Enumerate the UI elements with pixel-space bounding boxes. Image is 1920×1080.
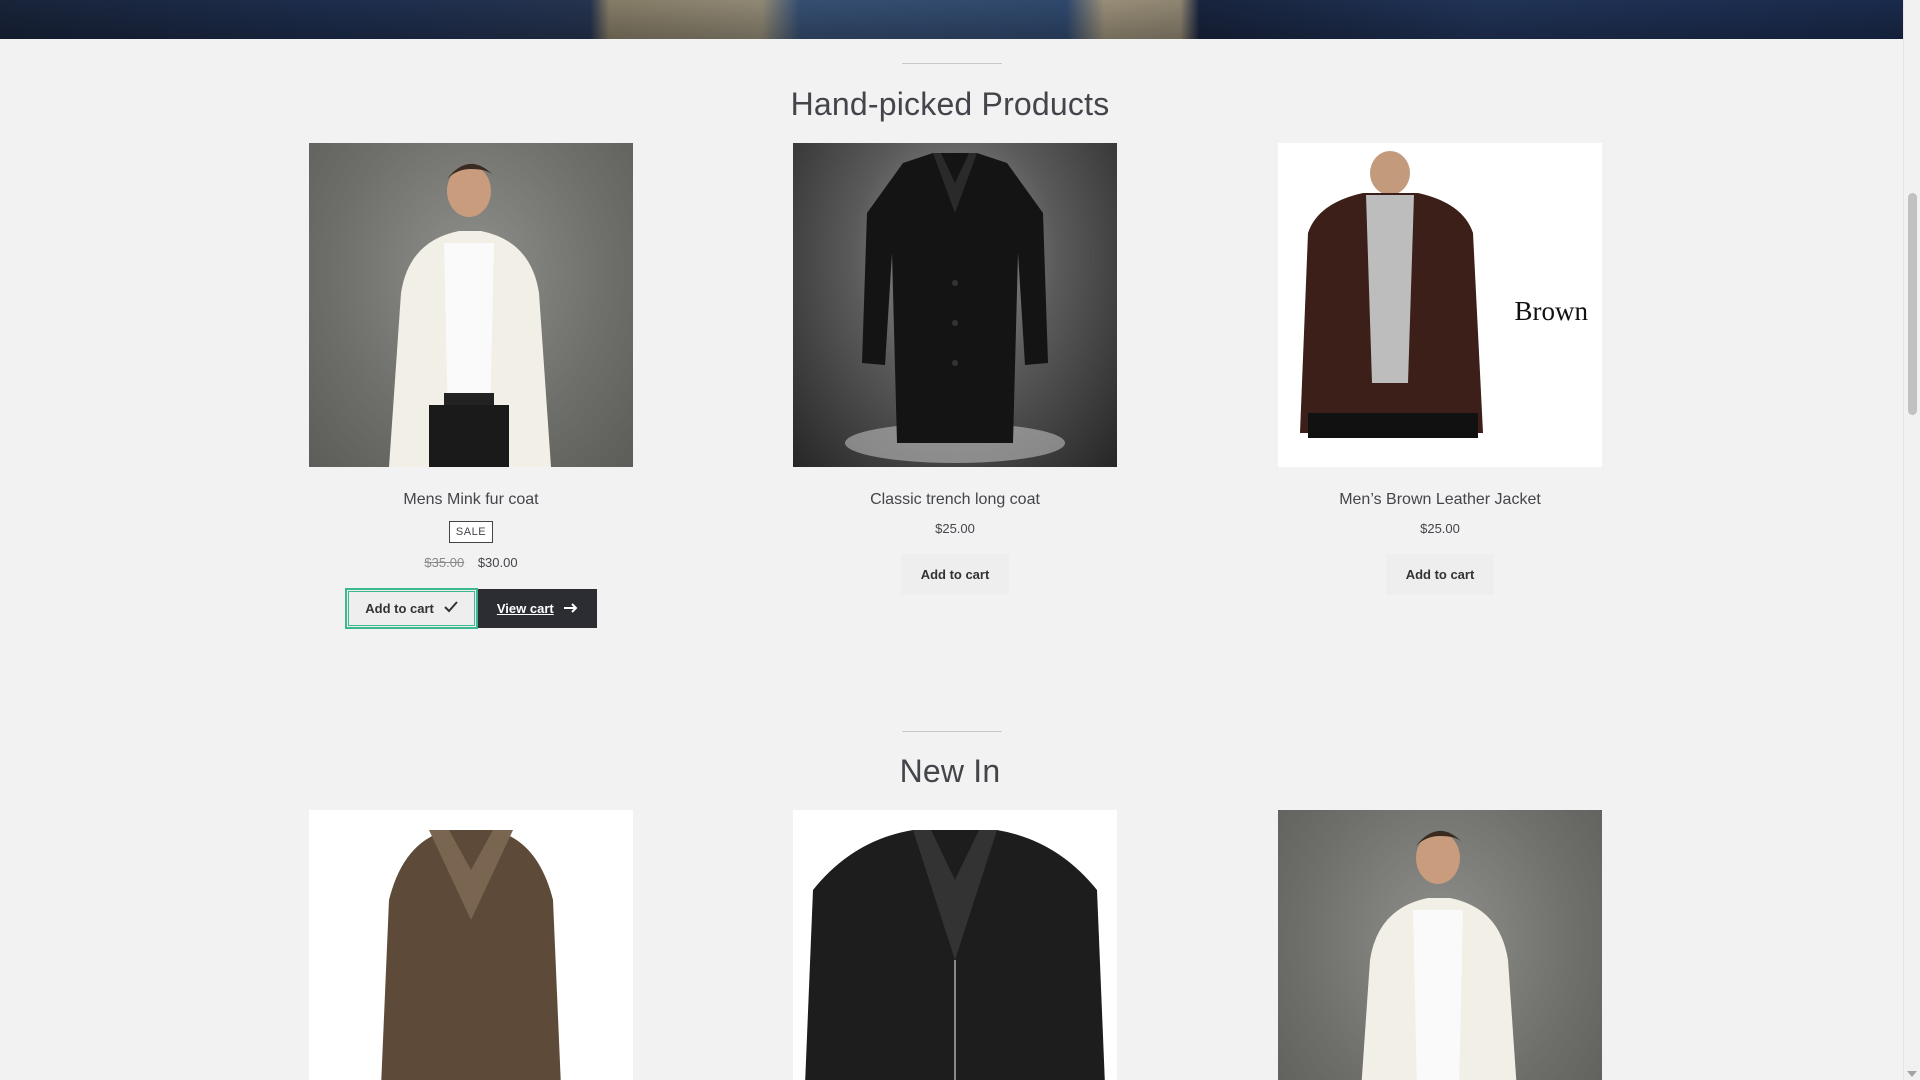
product-card: Mens Mink fur coat SALE $35.00 $30.00 Ad… [309, 143, 633, 629]
product-image-mink-fur-coat-2[interactable] [1278, 810, 1602, 1080]
product-image-trench-coat[interactable] [793, 143, 1117, 467]
arrow-right-icon [563, 601, 578, 616]
view-cart-label: View cart [496, 601, 554, 616]
add-to-cart-button-added[interactable]: Add to cart [345, 588, 478, 629]
product-price: $35.00 $30.00 [309, 555, 633, 570]
section-divider [902, 731, 1002, 732]
brown-fur-coat-illustration [381, 830, 561, 1080]
product-name[interactable]: Classic trench long coat [793, 491, 1117, 509]
add-to-cart-button[interactable]: Add to cart [1385, 554, 1495, 595]
man-white-fur-coat-illustration [389, 163, 551, 467]
old-price: $35.00 [424, 555, 465, 570]
scrollbar-thumb[interactable] [1908, 193, 1917, 415]
sale-badge: SALE [448, 521, 494, 543]
product-price: $25.00 [1420, 521, 1460, 536]
black-trench-coat-illustration [845, 153, 1065, 463]
product-card [793, 810, 1117, 1080]
add-to-cart-label: Add to cart [365, 601, 434, 616]
section-title-new-in: New In [899, 753, 1001, 789]
hero-banner-image [0, 0, 1904, 39]
product-card [1278, 810, 1602, 1080]
product-card: Brown Men’s Brown Leather Jacket $25.00 … [1278, 143, 1602, 595]
check-icon [444, 601, 458, 616]
view-cart-button[interactable]: View cart [477, 589, 597, 628]
add-to-cart-button[interactable]: Add to cart [900, 554, 1010, 595]
product-image-mink-fur-coat[interactable] [309, 143, 633, 467]
section-divider [902, 63, 1002, 64]
black-leather-jacket-illustration [805, 830, 1105, 1080]
product-image-black-leather-jacket[interactable] [793, 810, 1117, 1080]
product-image-brown-leather-jacket[interactable]: Brown [1278, 143, 1602, 467]
product-card: Classic trench long coat $25.00 Add to c… [793, 143, 1117, 595]
product-image-fur-coat[interactable] [309, 810, 633, 1080]
man-white-fur-coat-illustration [1361, 830, 1517, 1080]
page-scrollbar[interactable] [1903, 0, 1920, 1080]
product-name[interactable]: Mens Mink fur coat [309, 491, 633, 509]
scroll-down-arrow-icon[interactable] [1907, 1071, 1917, 1077]
section-title-handpicked: Hand-picked Products [790, 86, 1110, 122]
product-name[interactable]: Men’s Brown Leather Jacket [1278, 491, 1602, 509]
cart-buttons: Add to cart View cart [309, 588, 633, 629]
hero-shade [0, 0, 1904, 39]
sale-price: $30.00 [477, 555, 518, 570]
page: Hand-picked Products Mens Mink fur coat … [0, 0, 1920, 1080]
product-price: $25.00 [935, 521, 975, 536]
image-caption: Brown [1514, 296, 1589, 326]
product-card [309, 810, 633, 1080]
